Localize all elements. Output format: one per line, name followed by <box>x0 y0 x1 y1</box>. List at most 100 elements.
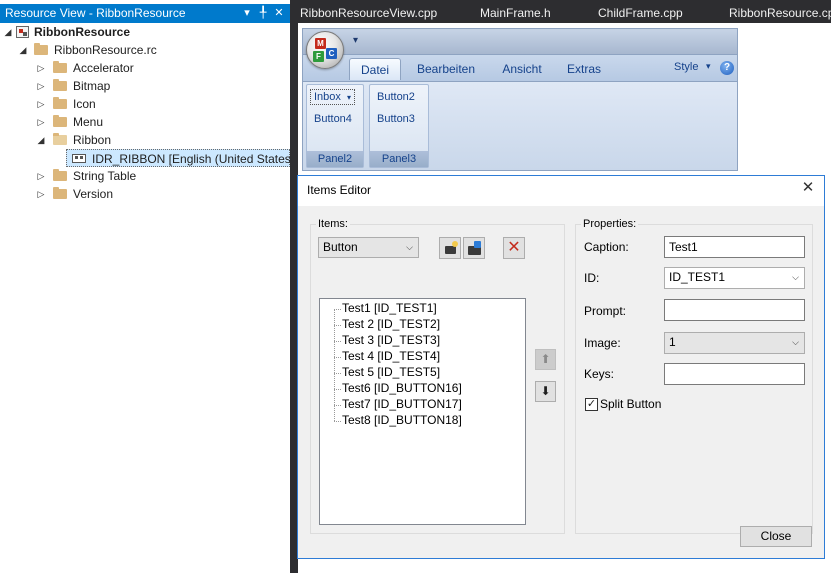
chevron-down-icon: ⌵ <box>406 242 413 252</box>
close-panel-icon[interactable]: ✕ <box>272 4 286 23</box>
id-label: ID: <box>584 271 600 285</box>
ribbon-tab-bearbeiten[interactable]: Bearbeiten <box>412 58 480 80</box>
style-menu[interactable]: Style <box>674 61 698 73</box>
insert-item-button[interactable] <box>463 237 485 259</box>
caption-field[interactable]: Test1 <box>664 236 805 258</box>
application-button[interactable]: M F C <box>306 31 344 69</box>
tree-root-label: RibbonResource <box>34 25 131 39</box>
tree-item-test6[interactable]: Test6 [ID_BUTTON16] <box>342 381 462 395</box>
caption-label: Caption: <box>584 240 629 254</box>
ribbon-panel-2: Inbox ▾ Button4 Panel2 <box>306 84 364 168</box>
folder-icon <box>53 97 67 109</box>
expand-arrow-icon[interactable]: ▷ <box>36 185 46 203</box>
folder-icon <box>53 169 67 181</box>
tree-rc-file[interactable]: ◢ RibbonResource.rc <box>0 41 290 59</box>
expand-arrow-icon[interactable]: ▷ <box>36 113 46 131</box>
tree-folder-label: Accelerator <box>73 61 134 75</box>
tree-folder-ribbon[interactable]: ◢ Ribbon <box>0 131 290 149</box>
expand-arrow-icon[interactable]: ▷ <box>36 167 46 185</box>
tree-folder-version[interactable]: ▷ Version <box>0 185 290 203</box>
ribbon-preview: M F C ▾ Datei Bearbeiten Ansicht Extras … <box>302 28 738 171</box>
pin-icon[interactable]: ╀ <box>256 4 270 23</box>
tree-item-idr-ribbon[interactable]: IDR_RIBBON [English (United States)] <box>66 149 298 167</box>
items-group-label: Items: <box>316 218 350 230</box>
expand-arrow-icon[interactable]: ▷ <box>36 59 46 77</box>
item-type-value: Button <box>323 240 358 254</box>
tree-connector <box>334 325 341 326</box>
split-button-checkbox[interactable]: ✓ <box>585 398 598 411</box>
panel-caption: Panel3 <box>370 151 428 167</box>
tree-folder-label: String Table <box>73 169 137 183</box>
tree-folder-accelerator[interactable]: ▷ Accelerator <box>0 59 290 77</box>
image-label: Image: <box>584 336 621 350</box>
items-tree[interactable]: Test1 [ID_TEST1] Test 2 [ID_TEST2] Test … <box>319 298 526 525</box>
help-icon[interactable]: ? <box>720 61 734 75</box>
image-select[interactable]: 1 ⌵ <box>664 332 805 354</box>
close-icon[interactable]: ✕ <box>800 180 816 196</box>
style-dropdown-arrow-icon[interactable]: ▾ <box>706 61 711 72</box>
tab-mainframe-h[interactable]: MainFrame.h <box>480 3 551 23</box>
ribbon-panel-3: Button2 Button3 Panel3 <box>369 84 429 168</box>
tree-folder-bitmap[interactable]: ▷ Bitmap <box>0 77 290 95</box>
image-value: 1 <box>669 335 676 349</box>
tree-item-test5[interactable]: Test 5 [ID_TEST5] <box>342 365 440 379</box>
close-button[interactable]: Close <box>740 526 812 547</box>
tree-root[interactable]: ◢ RibbonResource <box>0 23 290 41</box>
button4[interactable]: Button4 <box>314 113 352 125</box>
move-down-button[interactable]: ⬇ <box>535 381 556 402</box>
split-button-label[interactable]: Split Button <box>600 397 661 411</box>
tab-childframe-cpp[interactable]: ChildFrame.cpp <box>598 3 683 23</box>
delete-item-button[interactable]: ✕ <box>503 237 525 259</box>
add-item-button[interactable] <box>439 237 461 259</box>
add-item-icon <box>445 246 456 254</box>
folder-icon <box>34 43 48 55</box>
quick-access-toolbar <box>302 28 738 55</box>
button3[interactable]: Button3 <box>377 113 415 125</box>
qat-customize-arrow-icon[interactable]: ▾ <box>353 35 358 46</box>
items-editor-dialog: Items Editor ✕ Items: Button ⌵ ✕ Test1 [… <box>297 175 825 559</box>
tree-item-test7[interactable]: Test7 [ID_BUTTON17] <box>342 397 462 411</box>
expand-arrow-icon[interactable]: ▷ <box>36 77 46 95</box>
chevron-down-icon: ⌵ <box>792 272 799 282</box>
tree-connector <box>334 389 341 390</box>
keys-field[interactable] <box>664 363 805 385</box>
tree-item-test1[interactable]: Test1 [ID_TEST1] <box>342 301 437 315</box>
tree-item-test8[interactable]: Test8 [ID_BUTTON18] <box>342 413 462 427</box>
mfc-logo-c: C <box>326 48 337 59</box>
tree-item-test2[interactable]: Test 2 [ID_TEST2] <box>342 317 440 331</box>
folder-icon <box>53 79 67 91</box>
ribbon-tab-ansicht[interactable]: Ansicht <box>497 58 547 80</box>
button2[interactable]: Button2 <box>377 91 415 103</box>
id-value: ID_TEST1 <box>669 270 726 284</box>
ribbon-tab-extras[interactable]: Extras <box>562 58 606 80</box>
expand-arrow-icon[interactable]: ▷ <box>36 95 46 113</box>
inbox-dropdown-arrow-icon[interactable]: ▾ <box>347 93 351 102</box>
delete-icon: ✕ <box>507 239 521 256</box>
tree-connector <box>334 405 341 406</box>
item-type-select[interactable]: Button ⌵ <box>318 237 419 258</box>
move-up-button[interactable]: ⬆ <box>535 349 556 370</box>
prompt-field[interactable] <box>664 299 805 321</box>
tree-folder-icon[interactable]: ▷ Icon <box>0 95 290 113</box>
panel-caption: Panel2 <box>307 151 363 167</box>
ribbon-tab-datei[interactable]: Datei <box>349 58 401 80</box>
collapse-arrow-icon[interactable]: ◢ <box>36 131 46 149</box>
tab-ribbonresourceview-cpp[interactable]: RibbonResourceView.cpp <box>300 3 437 23</box>
tree-folder-string-table[interactable]: ▷ String Table <box>0 167 290 185</box>
collapse-arrow-icon[interactable]: ◢ <box>18 41 28 59</box>
inbox-split-button[interactable]: Inbox ▾ <box>310 89 355 105</box>
arrow-up-icon: ⬆ <box>540 352 551 366</box>
collapse-arrow-icon[interactable]: ◢ <box>3 23 13 41</box>
window-position-dropdown-icon[interactable]: ▾ <box>240 4 254 23</box>
resource-view-titlebar: Resource View - RibbonResource ▾ ╀ ✕ <box>0 4 290 23</box>
ribbon-category-area <box>302 81 738 171</box>
project-icon <box>16 26 29 38</box>
tree-item-test3[interactable]: Test 3 [ID_TEST3] <box>342 333 440 347</box>
inbox-label: Inbox <box>314 91 341 103</box>
id-combobox[interactable]: ID_TEST1 ⌵ <box>664 267 805 289</box>
tree-folder-menu[interactable]: ▷ Menu <box>0 113 290 131</box>
tree-item-test4[interactable]: Test 4 [ID_TEST4] <box>342 349 440 363</box>
dialog-title: Items Editor <box>307 183 372 197</box>
tab-ribbonresource-cpp[interactable]: RibbonResource.cpp <box>729 3 831 23</box>
sparkle-icon <box>452 241 458 247</box>
